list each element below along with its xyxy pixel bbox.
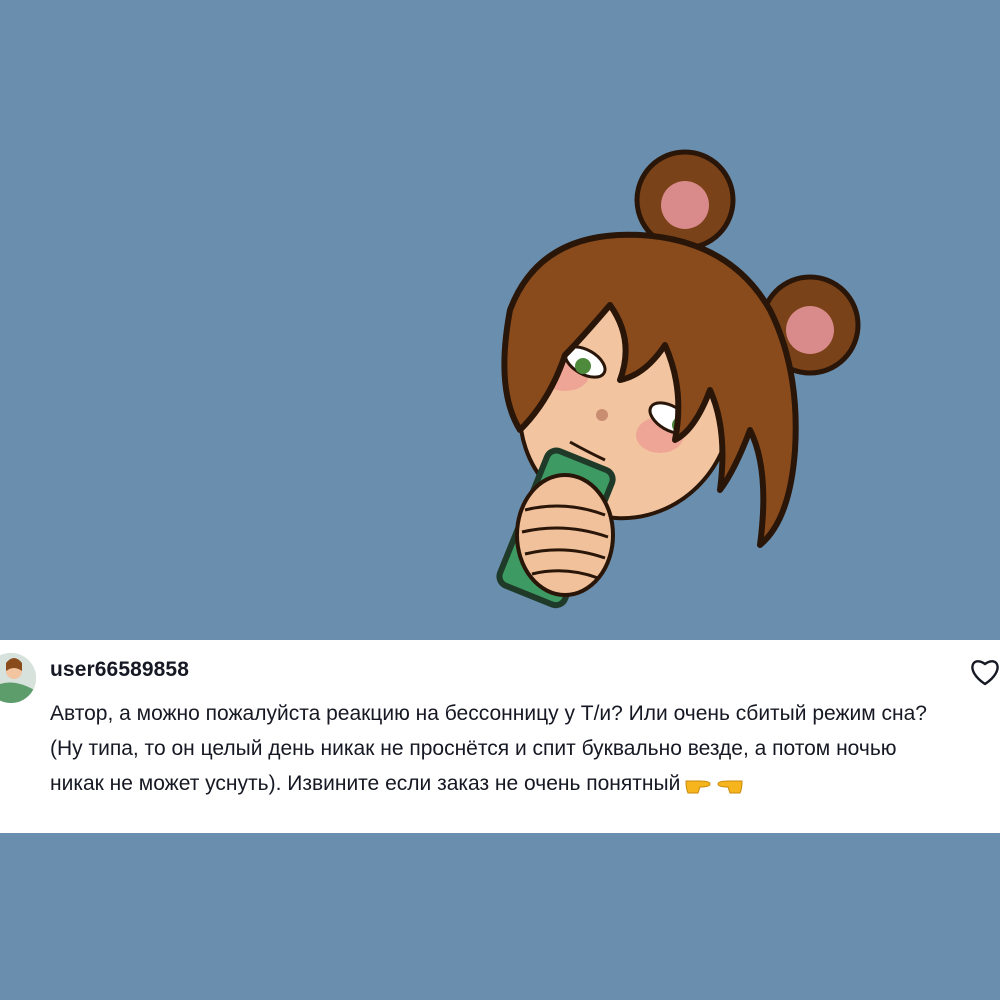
heart-outline-icon xyxy=(971,660,999,686)
comment-text: Автор, а можно пожалуйста реакцию на бес… xyxy=(50,702,927,795)
avatar-image xyxy=(0,653,36,703)
like-button[interactable] xyxy=(970,658,1000,688)
left-ear-inner xyxy=(661,181,709,229)
comment-card: user66589858 Автор, а можно пожалуйста р… xyxy=(0,640,1000,833)
page: user66589858 Автор, а можно пожалуйста р… xyxy=(0,0,1000,1000)
character-illustration xyxy=(496,149,861,609)
left-pupil xyxy=(575,358,591,374)
nose xyxy=(596,409,608,421)
avatar[interactable] xyxy=(0,653,36,703)
pointing-left-hand-emoji xyxy=(716,771,744,806)
comment-body: Автор, а можно пожалуйста реакцию на бес… xyxy=(50,696,930,806)
pointing-right-hand-emoji xyxy=(684,771,712,806)
right-ear-inner xyxy=(786,306,834,354)
comment-username[interactable]: user66589858 xyxy=(50,658,189,682)
